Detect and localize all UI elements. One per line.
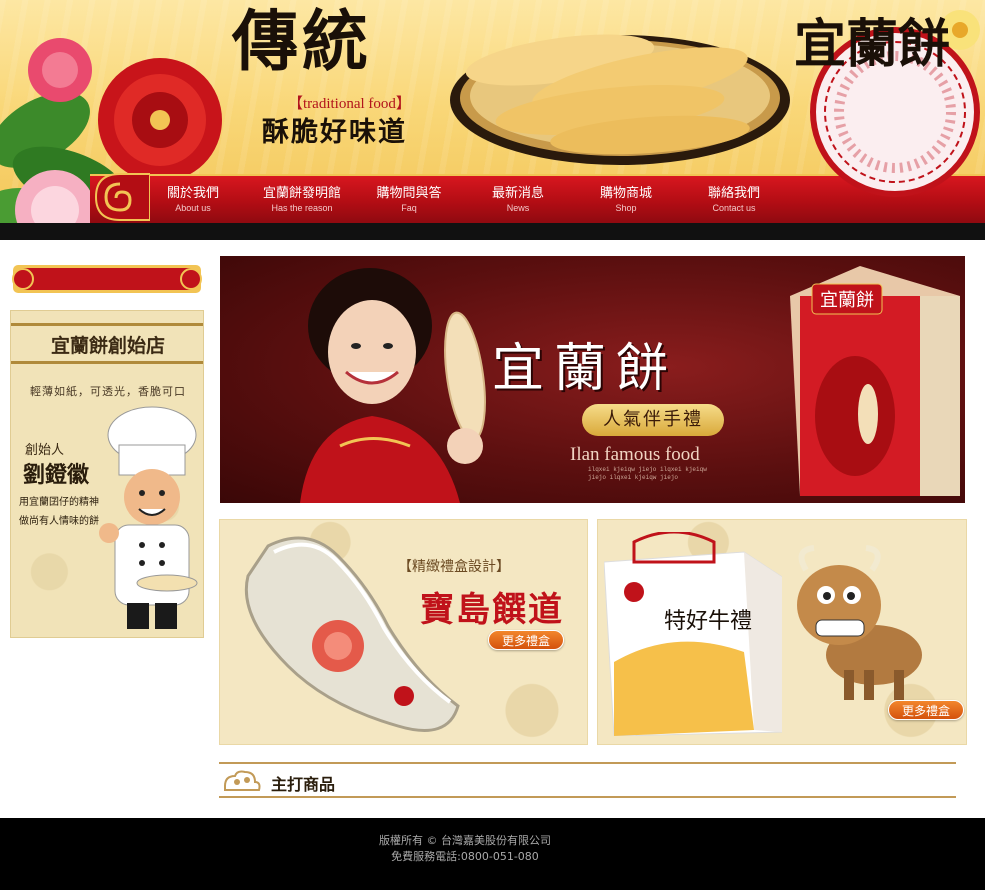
gift-box-promo-right[interactable]: 特好牛禮 更多禮盒 bbox=[597, 519, 967, 745]
nav-label-en: Shop bbox=[615, 203, 637, 213]
banner-small-text: ilqxei kjeiqw jiejo ilqxei kjeiqw jiejo … bbox=[588, 466, 707, 481]
svg-text:特好牛禮: 特好牛禮 bbox=[664, 609, 752, 634]
nav-label-en: News bbox=[506, 203, 530, 213]
svg-text:宜蘭餅: 宜蘭餅 bbox=[794, 14, 950, 75]
store-title: 宜蘭餅創始店 bbox=[50, 335, 165, 357]
founder-motto-line1: 用宜蘭囝仔的精神 bbox=[19, 497, 99, 508]
cloud-ornament-icon bbox=[224, 770, 261, 791]
page: 傳統 【traditional food】 酥脆好味道 關於我們 About u… bbox=[0, 0, 985, 890]
nav-item-about-us[interactable]: 關於我們 About us bbox=[138, 182, 248, 213]
sidebar-red-banner bbox=[12, 265, 202, 293]
cartoon-cow-illustration bbox=[797, 545, 922, 700]
chef-mascot-illustration bbox=[99, 406, 198, 629]
banner-tagline-pill: 人氣伴手禮 bbox=[582, 404, 724, 436]
nav-item-faq[interactable]: 購物問與答 Faq bbox=[354, 182, 464, 213]
site-header: 傳統 【traditional food】 酥脆好味道 關於我們 About u… bbox=[0, 0, 985, 240]
nav-label-en: Contact us bbox=[712, 203, 756, 213]
header-title-main: 傳統 bbox=[232, 2, 372, 80]
svg-text:宜蘭餅: 宜蘭餅 bbox=[820, 290, 874, 311]
nav-label-en: Has the reason bbox=[271, 203, 333, 213]
founder-motto-line2: 做尚有人情味的餅 bbox=[19, 516, 99, 527]
brand-logo-seal[interactable]: 宜蘭餅 bbox=[780, 0, 985, 235]
more-gift-boxes-button[interactable]: 更多禮盒 bbox=[488, 630, 564, 650]
nav-label-en: About us bbox=[175, 203, 211, 213]
nav-label-zh: 聯絡我們 bbox=[707, 186, 760, 201]
footer-phone: 免費服務電話:0800-051-080 bbox=[391, 850, 539, 863]
store-tagline: 輕薄如紙，可透光，香脆可口 bbox=[30, 385, 186, 398]
header-title-sub: 酥脆好味道 bbox=[262, 117, 407, 148]
section-title: 主打商品 bbox=[271, 775, 336, 794]
cracker-plate-image bbox=[450, 34, 790, 165]
more-gift-boxes-button[interactable]: 更多禮盒 bbox=[888, 700, 964, 720]
banner-title: 宜蘭餅 bbox=[492, 339, 679, 399]
gift-box-product-image: 宜蘭餅 bbox=[790, 266, 960, 496]
banner-english-subtitle: Ilan famous food bbox=[570, 444, 700, 465]
nav-label-zh: 最新消息 bbox=[491, 186, 544, 201]
nav-label-zh: 購物問與答 bbox=[376, 186, 442, 201]
nav-item-contact-us[interactable]: 聯絡我們 Contact us bbox=[679, 182, 789, 213]
footer-copyright: 版權所有 © 台灣嘉美股份有限公司 bbox=[379, 834, 551, 847]
nav-item-shop[interactable]: 購物商城 Shop bbox=[571, 182, 681, 213]
nav-label-zh: 關於我們 bbox=[166, 186, 219, 201]
model-holding-cracker-image bbox=[300, 268, 486, 503]
nav-label-en: Faq bbox=[401, 203, 417, 213]
featured-products-header: 主打商品 bbox=[219, 762, 956, 798]
founder-card[interactable]: 宜蘭餅創始店 輕薄如紙，可透光，香脆可口 創始人 劉鐙徽 用宜蘭囝仔的精神 做尚… bbox=[10, 310, 204, 638]
site-footer: 版權所有 © 台灣嘉美股份有限公司 免費服務電話:0800-051-080 bbox=[0, 818, 985, 890]
nav-item-news[interactable]: 最新消息 News bbox=[463, 182, 573, 213]
nav-label-zh: 宜蘭餅發明館 bbox=[262, 186, 341, 201]
nav-label-zh: 購物商城 bbox=[599, 186, 652, 201]
cow-gift-box-image: 特好牛禮 bbox=[604, 532, 782, 736]
gift-box-promo-left[interactable]: 【精緻禮盒設計】 寶島饌道 更多禮盒 bbox=[219, 519, 588, 745]
promo-kicker: 【精緻禮盒設計】 bbox=[398, 559, 510, 575]
hero-banner[interactable]: 宜蘭餅 人氣伴手禮 Ilan famous food ilqxei kjeiqw… bbox=[220, 256, 965, 503]
promo-title: 寶島饌道 bbox=[420, 590, 564, 630]
founder-label: 創始人 bbox=[25, 443, 65, 458]
nav-item-invention-hall[interactable]: 宜蘭餅發明館 Has the reason bbox=[247, 182, 357, 213]
founder-name: 劉鐙徽 bbox=[23, 462, 90, 488]
